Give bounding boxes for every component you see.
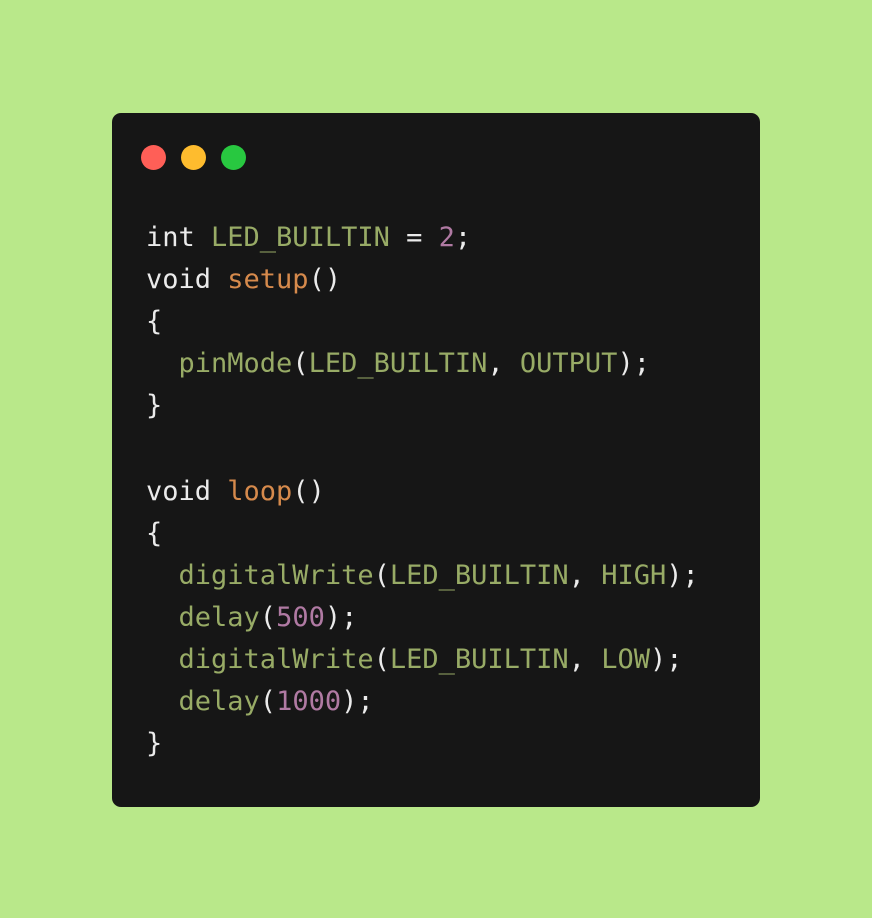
code-token-plain: , <box>568 644 602 675</box>
code-token-identifier: LED_BUILTIN <box>389 644 569 675</box>
code-line: { <box>146 513 699 555</box>
code-line: void loop() <box>146 471 699 513</box>
code-token-identifier: OUTPUT <box>519 348 618 379</box>
close-dot-icon <box>141 145 166 170</box>
code-token-plain: ); <box>666 560 699 591</box>
code-token-identifier: delay <box>178 602 260 633</box>
code-token-identifier: LED_BUILTIN <box>308 348 488 379</box>
code-token-plain: , <box>487 348 520 379</box>
code-token-function-decl: setup <box>227 264 309 295</box>
code-token-identifier: LED_BUILTIN <box>211 222 390 253</box>
maximize-dot-icon <box>221 145 246 170</box>
minimize-dot-icon <box>181 145 206 170</box>
code-block: int LED_BUILTIN = 2; void setup(){ pinMod… <box>146 217 699 765</box>
code-token-plain: , <box>568 560 602 591</box>
code-line: } <box>146 385 699 427</box>
code-token-plain: void <box>146 476 228 507</box>
code-token-plain: ( <box>259 686 277 717</box>
code-token-plain: ); <box>617 348 650 379</box>
code-token-number: 1000 <box>276 686 342 717</box>
code-token-plain: () <box>292 476 325 507</box>
code-token-plain: } <box>146 728 163 759</box>
code-window: int LED_BUILTIN = 2; void setup(){ pinMod… <box>112 113 760 807</box>
code-token-identifier: LED_BUILTIN <box>389 560 569 591</box>
code-token-identifier: delay <box>178 686 260 717</box>
code-line: void setup() <box>146 259 699 301</box>
code-token-plain: ); <box>324 602 358 633</box>
code-line: delay(1000); <box>146 681 699 723</box>
code-token-plain: { <box>146 306 163 337</box>
code-token-plain: ); <box>341 686 374 717</box>
code-token-plain: ( <box>373 644 390 675</box>
code-line: } <box>146 723 699 765</box>
code-token-plain: ( <box>259 602 277 633</box>
code-line: delay(500); <box>146 597 699 639</box>
code-line: digitalWrite(LED_BUILTIN, LOW); <box>146 639 699 681</box>
code-line: { <box>146 301 699 343</box>
code-token-identifier: LOW <box>601 644 650 675</box>
code-token-plain: () <box>308 264 342 295</box>
code-token-plain: = <box>389 222 439 253</box>
code-token-number: 2 <box>438 222 455 253</box>
code-token-number: 500 <box>276 602 325 633</box>
code-token-plain: ( <box>373 560 390 591</box>
code-token-identifier: digitalWrite <box>178 560 374 591</box>
code-token-plain: void <box>146 264 228 295</box>
code-token-plain: ; <box>454 222 472 253</box>
code-token-plain: int <box>146 222 212 253</box>
code-token-identifier: pinMode <box>178 348 293 379</box>
code-token-plain: { <box>146 518 163 549</box>
code-token-plain: ( <box>292 348 309 379</box>
code-token-plain: ); <box>649 644 683 675</box>
code-token-identifier: digitalWrite <box>178 644 374 675</box>
window-controls <box>141 145 246 170</box>
code-line: pinMode(LED_BUILTIN, OUTPUT); <box>146 343 699 385</box>
code-token-function-decl: loop <box>227 476 293 507</box>
code-line: int LED_BUILTIN = 2; <box>146 217 699 259</box>
code-token-identifier: HIGH <box>601 560 667 591</box>
code-line: digitalWrite(LED_BUILTIN, HIGH); <box>146 555 699 597</box>
code-token-plain: } <box>146 390 163 421</box>
